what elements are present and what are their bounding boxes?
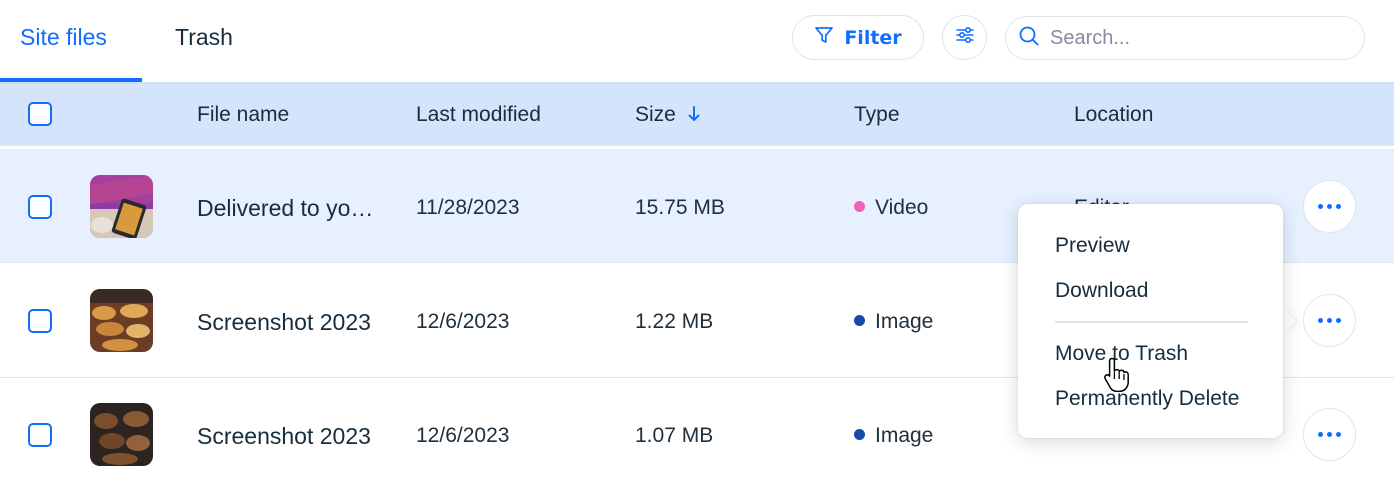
funnel-icon [814,25,834,51]
file-type: Video [854,196,928,220]
menu-item-move-to-trash[interactable]: Move to Trash [1055,342,1188,366]
last-modified: 11/28/2023 [416,196,520,219]
menu-divider [1055,321,1248,323]
file-name[interactable]: Delivered to your door [197,195,377,222]
arrow-down-icon [688,105,700,129]
row-checkbox[interactable] [28,309,52,333]
type-dot [854,200,865,212]
select-all-checkbox[interactable] [28,102,52,126]
more-dot [1327,318,1332,323]
search-box[interactable] [1005,16,1365,60]
file-thumbnail [90,175,153,238]
more-dot [1318,204,1323,209]
file-thumbnail [90,289,153,352]
more-dot [1318,318,1323,323]
menu-item-preview[interactable]: Preview [1055,234,1130,258]
type-dot [854,314,865,326]
more-dot [1318,432,1323,437]
filter-button[interactable]: Filter [792,15,924,60]
more-actions-button[interactable] [1303,408,1356,461]
customize-columns-button[interactable] [942,15,987,60]
file-type: Image [854,424,933,448]
file-name[interactable]: Screenshot 2023 [197,309,377,336]
file-thumbnail [90,403,153,466]
file-type-label: Image [875,424,934,447]
file-name[interactable]: Screenshot 2023 [197,423,377,450]
context-menu: Preview Download Move to Trash Permanent… [1018,204,1283,438]
file-size: 1.22 MB [635,310,714,333]
more-dot [1327,432,1332,437]
more-dot [1336,204,1341,209]
column-last-modified[interactable]: Last modified [416,103,541,127]
last-modified: 12/6/2023 [416,310,510,333]
column-location[interactable]: Location [1074,103,1153,127]
search-input[interactable] [1050,26,1340,50]
row-checkbox[interactable] [28,195,52,219]
filter-label: Filter [844,26,902,49]
tab-trash[interactable]: Trash [175,24,233,51]
row-checkbox[interactable] [28,423,52,447]
menu-item-download[interactable]: Download [1055,279,1148,303]
file-type-label: Image [875,310,934,333]
file-type: Image [854,310,933,334]
menu-item-permanently-delete[interactable]: Permanently Delete [1055,387,1239,411]
column-type[interactable]: Type [854,103,900,127]
type-dot [854,428,865,440]
tab-site-files[interactable]: Site files [20,24,107,51]
more-actions-button[interactable] [1303,294,1356,347]
file-type-label: Video [875,196,929,219]
more-dot [1336,432,1341,437]
top-bar: Site files Trash Filter [0,0,1394,83]
more-dot [1327,204,1332,209]
table-header: File name Last modified Size Type Locati… [0,84,1394,146]
more-actions-button[interactable] [1303,180,1356,233]
sliders-icon [954,24,976,51]
column-file-name[interactable]: File name [197,103,289,127]
column-size[interactable]: Size [635,103,700,129]
search-icon [1018,25,1040,52]
file-size: 15.75 MB [635,196,725,219]
more-dot [1336,318,1341,323]
column-size-label: Size [635,103,676,126]
last-modified: 12/6/2023 [416,424,510,447]
file-size: 1.07 MB [635,424,714,447]
